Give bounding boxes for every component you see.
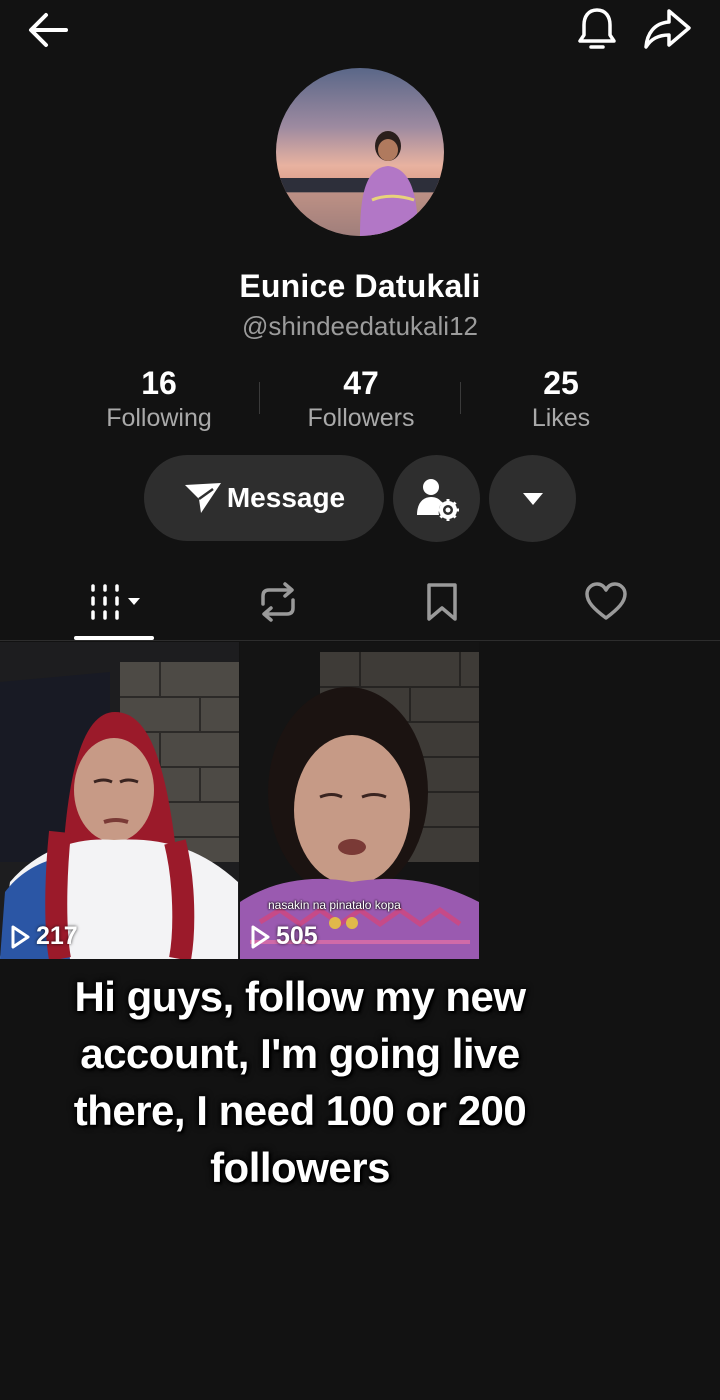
notifications-button[interactable]	[572, 4, 622, 54]
stat-followers[interactable]: 47 Followers	[261, 364, 461, 434]
stat-divider	[259, 382, 260, 414]
message-button[interactable]: Message	[144, 455, 384, 541]
share-arrow-icon	[644, 9, 691, 49]
bookmark-icon	[427, 583, 457, 621]
following-label: Following	[106, 404, 212, 432]
likes-count: 25	[543, 365, 579, 401]
followers-label: Followers	[307, 404, 415, 432]
user-gear-icon	[416, 478, 459, 521]
tab-reposts[interactable]	[233, 570, 323, 634]
stat-following[interactable]: 16 Following	[59, 364, 259, 434]
following-count: 16	[141, 365, 177, 401]
video-caption: nasakin na pinatalo kopa	[268, 898, 401, 912]
video-thumbnail[interactable]: nasakin na pinatalo kopa 505	[240, 642, 479, 959]
more-options-button[interactable]	[489, 455, 576, 542]
back-button[interactable]	[22, 8, 74, 52]
heart-icon	[585, 582, 627, 620]
send-plane-icon	[184, 483, 221, 513]
likes-label: Likes	[531, 404, 591, 432]
message-label: Message	[226, 482, 346, 513]
video-thumbnail[interactable]: 217	[0, 642, 239, 959]
stat-likes[interactable]: 25 Likes	[461, 364, 661, 434]
caret-down-icon	[522, 492, 543, 505]
overlay-message: Hi guys, follow my new account, I'm goin…	[73, 973, 527, 1191]
profile-name: Eunice Datukali	[239, 268, 481, 304]
tab-saved[interactable]	[397, 570, 487, 634]
grid-bars-icon	[91, 584, 140, 620]
view-count: 217	[10, 922, 78, 951]
play-icon	[11, 925, 30, 948]
arrow-left-icon	[29, 13, 68, 47]
profile-handle: @shindeedatukali12	[241, 311, 478, 341]
profile-settings-button[interactable]	[393, 455, 480, 542]
repost-icon	[261, 582, 295, 622]
share-button[interactable]	[640, 4, 694, 54]
view-count: 505	[250, 922, 318, 951]
play-icon	[251, 925, 270, 948]
followers-count: 47	[343, 365, 379, 401]
tabs-divider	[0, 640, 720, 641]
tab-videos[interactable]	[70, 570, 160, 634]
profile-page: Eunice Datukali @shindeedatukali12 16 Fo…	[0, 0, 720, 1400]
bell-icon	[578, 8, 616, 49]
avatar[interactable]	[276, 68, 444, 236]
tab-liked[interactable]	[561, 570, 651, 634]
